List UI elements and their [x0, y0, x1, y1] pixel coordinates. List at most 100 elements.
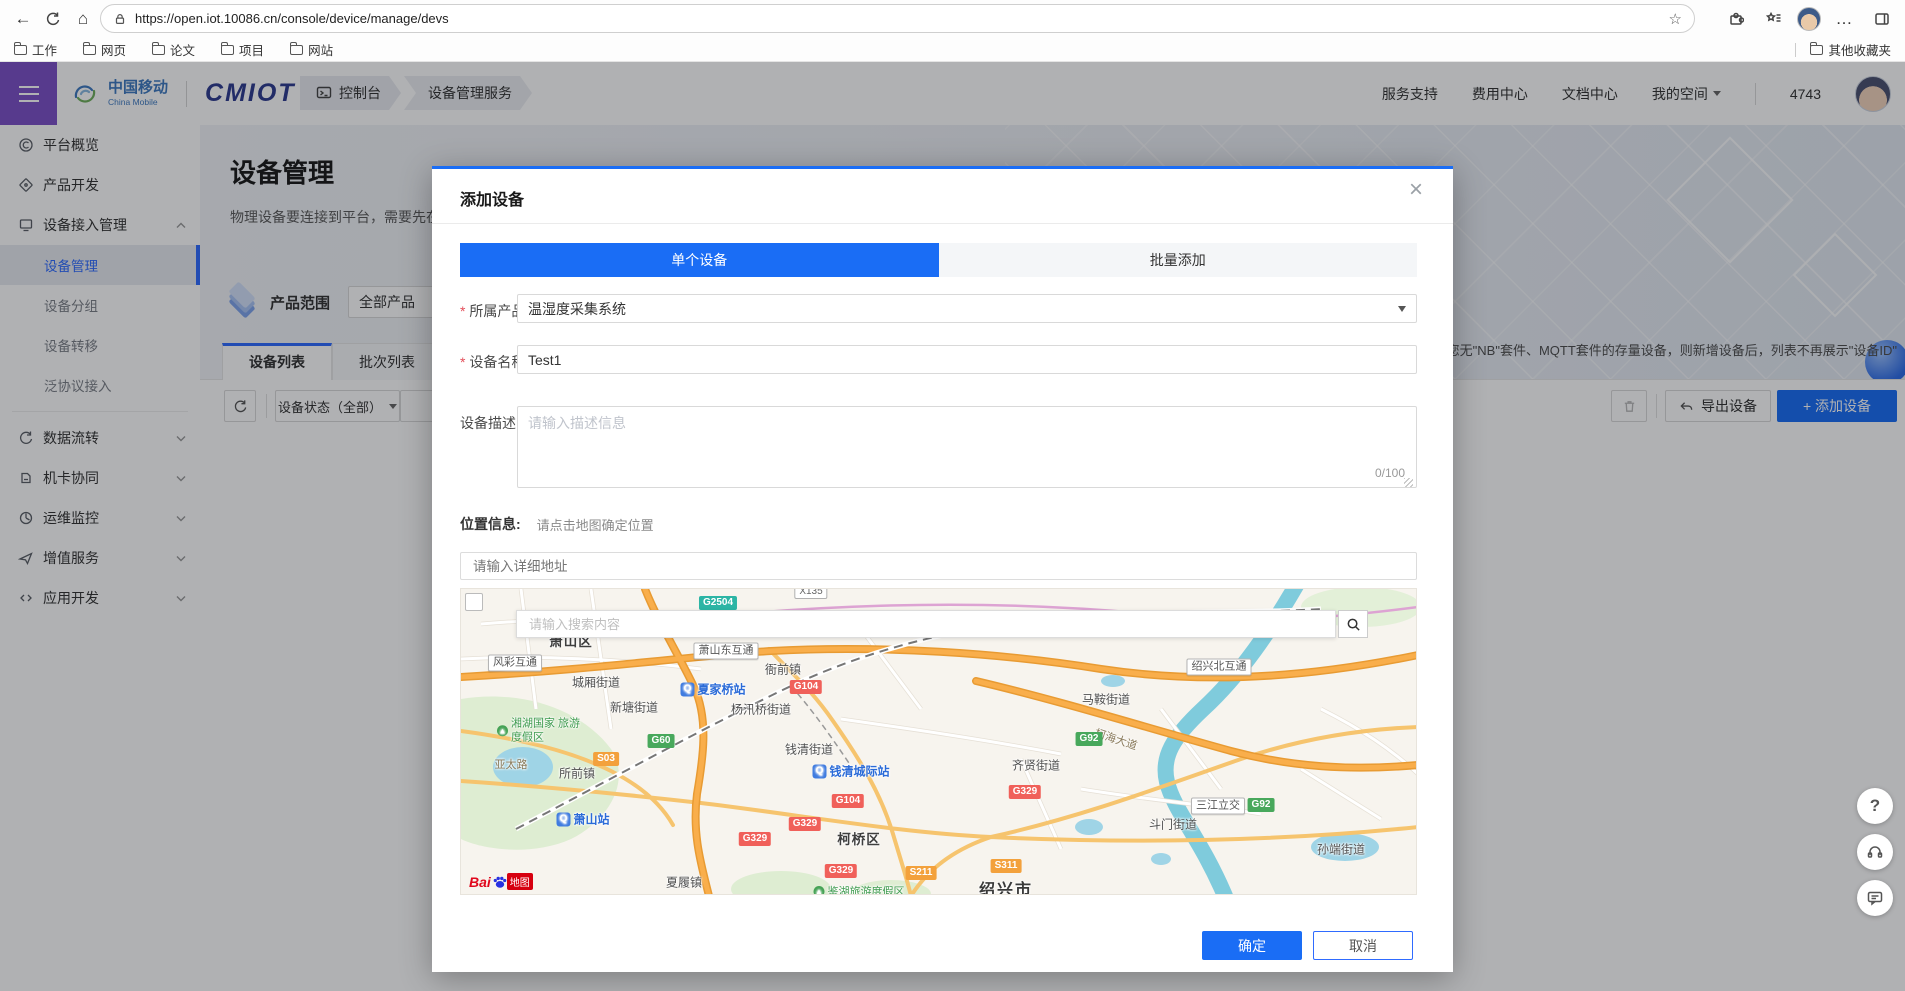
map-label: 新塘街道 [610, 699, 658, 716]
feedback-button[interactable] [1857, 880, 1893, 916]
modal-tabs: 单个设备 批量添加 [460, 243, 1417, 277]
floating-buttons: ? [1857, 788, 1893, 916]
map-label: Q萧山站 [556, 811, 609, 828]
help-button[interactable]: ? [1857, 788, 1893, 824]
confirm-button[interactable]: 确定 [1202, 931, 1302, 960]
map-search-button[interactable] [1338, 610, 1368, 638]
road-badge: G60 [648, 734, 675, 748]
map-label: 三江立交 [1191, 798, 1245, 815]
screen: ← ⌂ https://open.iot.10086.cn/console/de… [0, 0, 1905, 991]
modal-accent-line [432, 166, 1453, 169]
road-badge: G2504 [699, 596, 737, 610]
back-icon[interactable]: ← [8, 4, 38, 34]
map-label: 萧山东互通 [694, 643, 759, 660]
url-text: https://open.iot.10086.cn/console/device… [135, 11, 1669, 26]
map-label: 杨汛桥街道 [731, 701, 791, 718]
map-label: 绍兴北互通 [1187, 659, 1252, 676]
baidu-logo: Bai 地图 [469, 873, 533, 890]
road-badge: G329 [1009, 785, 1041, 799]
home-icon[interactable]: ⌂ [68, 4, 98, 34]
map-label: 衙前镇 [765, 661, 801, 678]
folder-icon [83, 45, 96, 55]
bookmark-item-0[interactable]: 工作 [14, 40, 57, 59]
map-label: 亚太路 [495, 756, 528, 772]
device-name-input[interactable] [517, 345, 1417, 374]
map-label: 城厢街道 [572, 674, 620, 691]
map-label: 马鞍街道 [1082, 691, 1130, 708]
baidu-map[interactable]: 萧山区柯桥区绍兴市风彩互通萧山东互通绍兴北互通三江立交衙前镇城厢街道新塘街道杨汛… [460, 588, 1417, 895]
road-badge: G329 [825, 864, 857, 878]
bookmarks-bar: 工作 网页 论文 项目 网站 其他收藏夹 [0, 38, 1905, 62]
collections-icon[interactable] [1759, 4, 1789, 34]
map-zoom-control[interactable] [465, 593, 483, 611]
bookmark-item-1[interactable]: 网页 [83, 40, 126, 59]
map-label: 所前镇 [559, 765, 595, 782]
park-icon: ▲ [497, 726, 508, 737]
baidu-paw-icon [492, 874, 508, 890]
map-label: ▲湘湖国家 旅游度假区 [497, 717, 581, 745]
other-bookmarks[interactable]: 其他收藏夹 [1810, 40, 1891, 59]
address-bar[interactable]: https://open.iot.10086.cn/console/device… [100, 4, 1695, 33]
address-input[interactable] [460, 552, 1417, 580]
folder-icon [152, 45, 165, 55]
road-badge: G329 [789, 817, 821, 831]
bookmark-label: 项目 [239, 40, 264, 59]
app-viewport: 中国移动 China Mobile CMIOT 控制台 设备管理服务 服务支持费… [0, 62, 1905, 991]
lock-icon [113, 12, 127, 26]
park-icon: ▲ [814, 886, 825, 896]
bookmark-label: 工作 [32, 40, 57, 59]
browser-profile-avatar[interactable] [1797, 7, 1821, 31]
map-label: Q夏家桥站 [680, 681, 745, 698]
road-badge: X135 [794, 588, 827, 599]
support-button[interactable] [1857, 834, 1893, 870]
tab-single-device[interactable]: 单个设备 [460, 243, 939, 277]
chevron-down-icon [1398, 306, 1406, 312]
add-device-modal: 添加设备 × 单个设备 批量添加 所属产品 温湿度采集系统 设备名称 设备描述 … [432, 166, 1453, 972]
map-label: ▲鉴湖旅游度假区 [814, 883, 905, 895]
cancel-button[interactable]: 取消 [1313, 931, 1413, 960]
road-badge: S311 [991, 859, 1022, 873]
folder-icon [14, 45, 27, 55]
favorite-star-icon[interactable]: ☆ [1669, 10, 1682, 28]
road-badge: G92 [1076, 732, 1103, 746]
location-label: 位置信息: [460, 514, 521, 534]
rail-station-icon: Q [556, 812, 570, 826]
close-icon[interactable]: × [1409, 178, 1423, 202]
search-icon [1346, 617, 1361, 632]
map-label: 斗门街道 [1149, 816, 1197, 833]
road-badge: S211 [906, 866, 937, 880]
sidebar-toggle-icon[interactable] [1867, 4, 1897, 34]
bookmark-item-2[interactable]: 论文 [152, 40, 195, 59]
bookmark-item-3[interactable]: 项目 [221, 40, 264, 59]
folder-icon [1810, 45, 1823, 55]
extensions-icon[interactable] [1721, 4, 1751, 34]
tab-batch-add[interactable]: 批量添加 [939, 243, 1418, 277]
bookmark-label: 网站 [308, 40, 333, 59]
road-badge: G104 [790, 680, 822, 694]
rail-station-icon: Q [812, 764, 826, 778]
folder-icon [221, 45, 234, 55]
road-badge: G92 [1248, 798, 1275, 812]
resize-grip[interactable] [1404, 478, 1413, 487]
road-badge: G329 [739, 832, 771, 846]
reload-icon[interactable] [38, 4, 68, 34]
map-label: 孙端街道 [1317, 841, 1365, 858]
folder-icon [290, 45, 303, 55]
map-search-box[interactable] [516, 610, 1336, 638]
road-badge: G104 [832, 794, 864, 808]
browser-menu-icon[interactable]: … [1829, 4, 1859, 34]
rail-station-icon: Q [680, 682, 694, 696]
road-badge: S03 [593, 752, 619, 766]
map-label: 绍兴市 [979, 876, 1033, 895]
product-select[interactable]: 温湿度采集系统 [517, 294, 1417, 323]
divider [1795, 43, 1796, 57]
bookmark-item-4[interactable]: 网站 [290, 40, 333, 59]
bookmark-label: 论文 [170, 40, 195, 59]
map-label: Q钱清城际站 [812, 763, 889, 780]
modal-title: 添加设备 [460, 186, 524, 210]
map-label: 夏履镇 [666, 874, 702, 891]
bookmark-label: 网页 [101, 40, 126, 59]
map-search-input[interactable] [529, 617, 1323, 632]
map-label: 风彩互通 [488, 655, 542, 672]
map-label: 柯桥区 [837, 828, 881, 848]
